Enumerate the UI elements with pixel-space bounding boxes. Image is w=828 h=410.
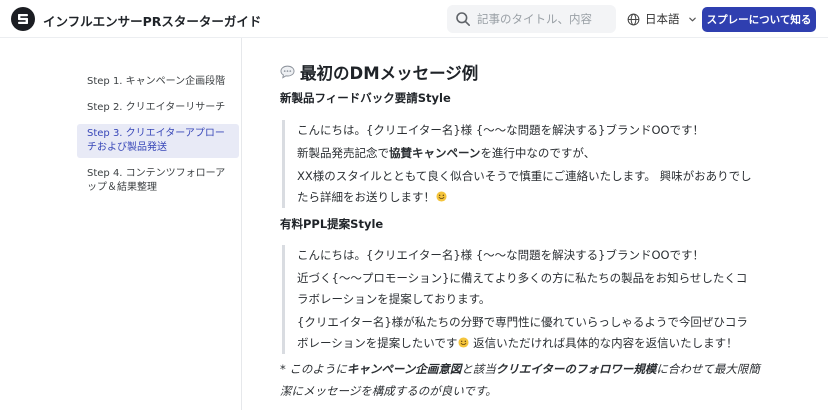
section-heading-feedback: 新製品フィードバック要請Style	[280, 91, 451, 105]
page-title: 最初のDMメッセージ例	[280, 60, 478, 84]
message-text: 新製品発売記念で	[297, 146, 389, 160]
sidebar-divider	[241, 38, 242, 410]
tip-note: * このようにキャンペーン企画意図と該当クリエイターのフォロワー規模に合わせて最…	[280, 358, 760, 402]
message-line: こんにちは。{クリエイター名}様 {〜〜な問題を解決する}ブランドOOです！	[297, 248, 705, 262]
message-line: こんにちは。{クリエイター名}様 {〜〜な問題を解決する}ブランドOOです！	[297, 123, 705, 137]
message-example-feedback: こんにちは。{クリエイター名}様 {〜〜な問題を解決する}ブランドOOです！ 新…	[282, 120, 756, 208]
search-box[interactable]	[447, 5, 616, 33]
speech-bubble-icon	[280, 65, 295, 79]
sidebar-item-step-2[interactable]: Step 2. クリエイターリサーチ	[77, 98, 239, 118]
note-bold-text: クリエイターのフォロワー規模	[495, 362, 657, 376]
search-input[interactable]	[477, 12, 607, 26]
sidebar-item-step-1[interactable]: Step 1. キャンペーン企画段階	[77, 72, 239, 92]
message-line: XX様のスタイルとともて良く似合いそうで慎重にご連絡いたします。 興味がおありで…	[297, 166, 756, 208]
globe-icon	[627, 13, 640, 25]
message-line: 新製品発売記念で協賛キャンペーンを進行中なのですが、	[297, 143, 756, 164]
language-selector[interactable]: 日本語	[627, 11, 697, 27]
sidebar-item-step-4[interactable]: Step 4. コンテンツフォローアップ＆結果整理	[77, 164, 239, 198]
note-text: と該当	[461, 362, 496, 376]
message-text: を進行中なのですが、	[480, 146, 596, 160]
note-text: * このように	[280, 362, 347, 376]
section-heading-ppl: 有料PPL提案Style	[280, 217, 384, 231]
search-icon	[456, 12, 470, 26]
sidebar-item-step-3[interactable]: Step 3. クリエイターアプローチおよび製品発送	[77, 124, 239, 158]
site-title[interactable]: インフルエンサーPRスターターガイド	[43, 11, 261, 30]
message-example-ppl: こんにちは。{クリエイター名}様 {〜〜な問題を解決する}ブランドOOです！ 近…	[282, 245, 756, 354]
message-line: 近づく{〜〜プロモーション}に備えてより多くの方に私たちの製品をお知らせしたくコ…	[297, 271, 748, 306]
message-line: {クリエイター名}様が私たちの分野で専門性に優れていらっしゃるようで今回ぜひコラ…	[297, 312, 756, 354]
message-bold-text: 協賛キャンペーン	[389, 146, 481, 160]
logo-mark	[18, 14, 28, 24]
smile-icon	[436, 191, 447, 202]
chevron-down-icon	[688, 17, 696, 21]
sidebar-nav: Step 1. キャンペーン企画段階 Step 2. クリエイターリサーチ St…	[77, 72, 239, 204]
message-text: 返信いただければ具体的な内容を返信いたします！	[469, 336, 738, 350]
top-header: インフルエンサーPRスターターガイド 日本語 スプレーについて知る	[0, 0, 828, 38]
note-bold-text: キャンペーン企画意図	[346, 362, 462, 376]
learn-about-spray-button[interactable]: スプレーについて知る	[702, 7, 816, 32]
logo-icon[interactable]	[11, 7, 35, 31]
page-title-text: 最初のDMメッセージ例	[300, 64, 479, 83]
language-label: 日本語	[645, 12, 680, 26]
message-text: XX様のスタイルとともて良く似合いそうで慎重にご連絡いたします。 興味がおありで…	[297, 169, 752, 204]
smile-icon	[458, 337, 469, 348]
